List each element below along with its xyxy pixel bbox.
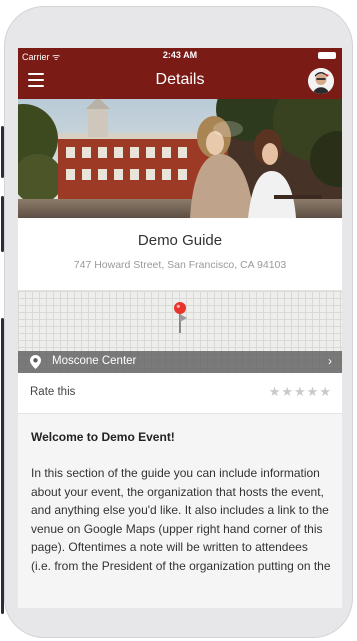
volume-button <box>1 196 4 252</box>
volume-button <box>1 126 4 178</box>
rating-row: Rate this ★★★★★ <box>18 373 342 414</box>
clock: 2:43 AM <box>162 50 198 60</box>
event-info: Demo Guide 747 Howard Street, San Franci… <box>18 218 342 291</box>
rate-label: Rate this <box>30 386 76 398</box>
page-title: Details <box>155 71 205 88</box>
venue-name: Moscone Center <box>52 355 137 367</box>
side-button <box>1 318 4 614</box>
map-pin-icon <box>174 302 187 333</box>
status-bar: Carrier ᯤ 2:43 AM <box>18 48 342 63</box>
star-rating-icon[interactable]: ★★★★★ <box>269 384 332 400</box>
description-body: In this section of the guide you can inc… <box>31 466 331 573</box>
avatar[interactable] <box>308 68 334 94</box>
venue-bar[interactable]: Moscone Center › <box>18 351 342 373</box>
event-address: 747 Howard Street, San Francisco, CA 941… <box>73 259 287 271</box>
battery-icon <box>318 52 336 59</box>
event-name: Demo Guide <box>137 232 223 249</box>
chevron-right-icon: › <box>328 354 332 368</box>
venue-map[interactable]: Moscone Center › <box>18 291 342 373</box>
event-description: Welcome to Demo Event! In this section o… <box>18 414 342 608</box>
event-hero-image <box>18 99 342 218</box>
description-heading: Welcome to Demo Event! <box>31 430 175 444</box>
app-screen: Carrier ᯤ 2:43 AM Details Demo Guide 747… <box>18 48 342 608</box>
nav-bar: Details <box>18 63 342 99</box>
location-marker-icon <box>30 355 41 369</box>
